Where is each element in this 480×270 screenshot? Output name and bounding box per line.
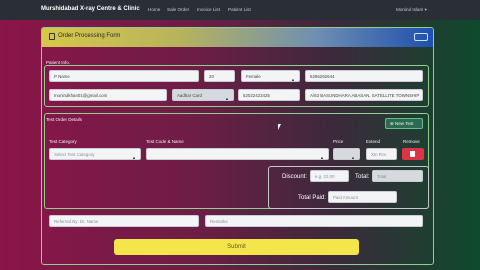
mouse-cursor-icon — [278, 124, 281, 130]
total-input[interactable]: Total — [372, 170, 423, 182]
id-type-select[interactable]: Aadhar Card ▲︎ — [172, 89, 234, 101]
chevron-down-icon: ▲︎ — [320, 155, 324, 160]
card-title: Order Processing Form — [58, 33, 121, 39]
patient-age-input[interactable]: 20 — [204, 70, 235, 82]
brand-title[interactable]: Murshidabad X-ray Centre & Clinic — [41, 6, 140, 12]
nav-patient-list[interactable]: Patient List — [228, 7, 251, 12]
chevron-down-icon: ▲︎ — [291, 77, 295, 82]
discount-label: Discount: — [282, 174, 308, 180]
col-test-category: Test Category — [49, 139, 77, 144]
id-type-value: Aadhar Card — [177, 93, 202, 98]
col-test-code-name: Test Code & Name — [146, 139, 184, 144]
discount-input[interactable]: e.g. 22.00 — [310, 170, 349, 182]
address-input[interactable]: A/63 BASUNDHARA ABASAN, SATELLITE TOWNSH… — [305, 89, 423, 101]
remove-row-button[interactable] — [402, 148, 424, 160]
user-menu[interactable]: Monirul Islam ▾ — [396, 7, 427, 13]
extend-input[interactable]: Xtn Rcv — [366, 148, 397, 160]
chevron-down-icon: ▲︎ — [225, 96, 229, 101]
nav-invoice-list[interactable]: Invoice List — [197, 7, 220, 12]
id-number-input[interactable]: 52022423425 — [238, 89, 300, 101]
total-label: Total: — [355, 174, 370, 180]
minimize-button[interactable] — [414, 33, 428, 41]
stepper-icon: ▲︎ — [351, 155, 355, 160]
test-code-name-select[interactable]: ▲︎ — [146, 148, 329, 160]
total-paid-input[interactable]: Paid Amount — [328, 191, 397, 203]
test-category-placeholder: Select Test Category — [54, 152, 95, 157]
nav-home[interactable]: Home — [148, 7, 160, 12]
col-extend: Extend — [366, 139, 381, 144]
submit-button[interactable]: Submit — [114, 239, 359, 255]
form-icon — [49, 33, 55, 40]
email-input[interactable]: monirulkhan01@gmail.com — [49, 89, 167, 101]
col-price: Price — [333, 139, 344, 144]
top-navbar: Murshidabad X-ray Centre & Clinic Home S… — [0, 0, 480, 20]
chevron-down-icon: ▲︎ — [132, 155, 136, 160]
test-category-select[interactable]: Select Test Category ▲︎ — [49, 148, 141, 160]
nav-sale-order[interactable]: Sale Order — [167, 7, 189, 12]
referred-by-input[interactable]: Referred By: Dr. Name — [49, 215, 199, 227]
total-paid-label: Total Paid: — [298, 195, 327, 201]
price-input[interactable]: ▲︎ — [333, 148, 360, 160]
phone-input[interactable]: 6296292644 — [305, 70, 423, 82]
col-remove: Remove — [403, 139, 420, 144]
patient-name-input[interactable]: P Name — [49, 70, 199, 82]
trash-icon — [410, 151, 415, 157]
gender-select[interactable]: Female ▲︎ — [241, 70, 300, 82]
gender-value: Female — [246, 74, 261, 79]
remarks-input[interactable]: Remarks — [205, 215, 423, 227]
